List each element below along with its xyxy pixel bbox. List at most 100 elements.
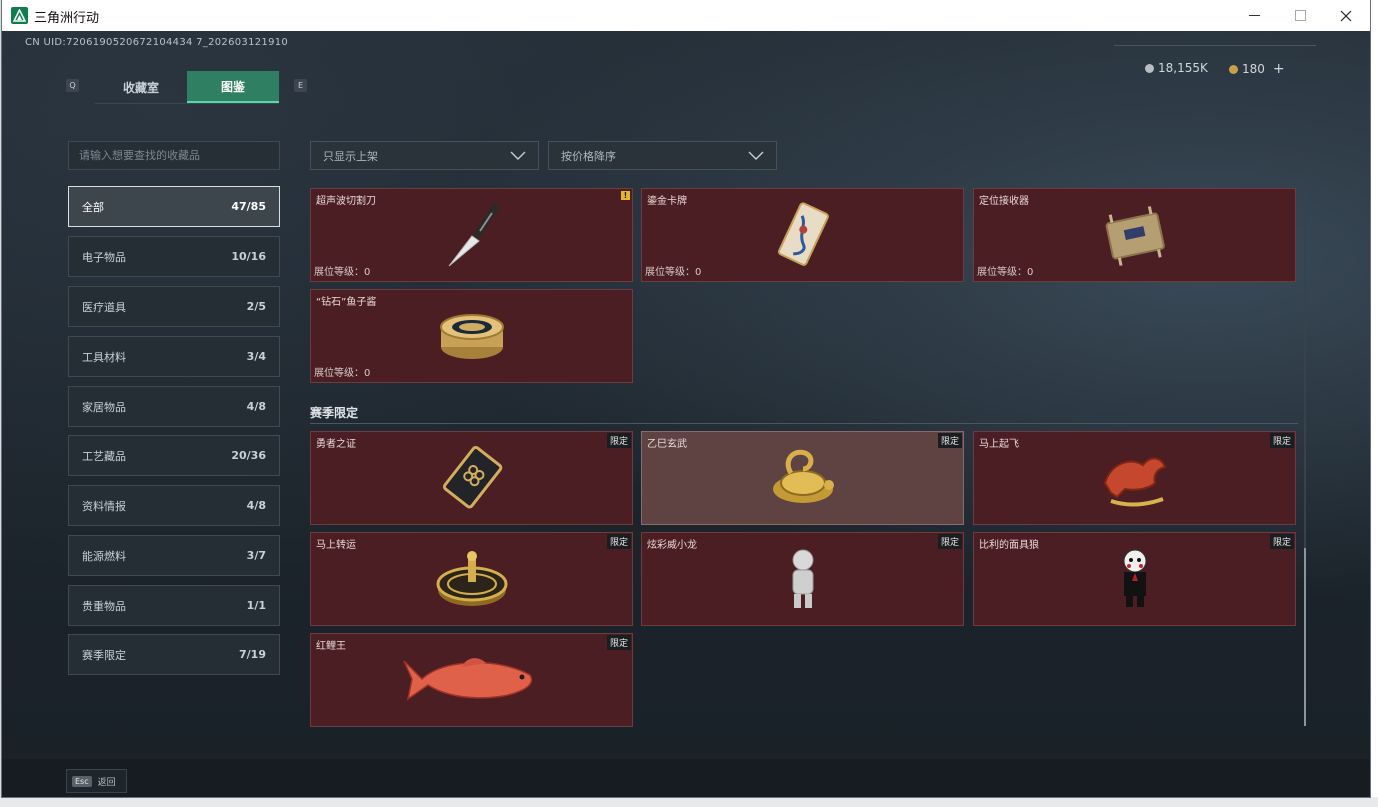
category-intel[interactable]: 资料情报 4/8 (68, 485, 280, 526)
limited-badge: 限定 (937, 534, 962, 549)
user-uid: CN UID:7206190520672104434 7_20260312191… (25, 37, 289, 48)
limited-badge: 限定 (606, 635, 631, 650)
category-label: 能源燃料 (82, 549, 126, 563)
item-card[interactable]: 勇者之证 限定 (310, 431, 633, 525)
item-name: 勇者之证 (316, 439, 356, 450)
category-label: 医疗道具 (82, 300, 126, 314)
category-all[interactable]: 全部 47/85 (68, 186, 280, 227)
item-card[interactable]: 炫彩威小龙 限定 (641, 532, 964, 626)
billy-puppet-icon (1123, 549, 1146, 607)
sort-dropdown[interactable]: 按价格降序 (548, 141, 777, 170)
minimize-button[interactable] (1231, 0, 1277, 31)
item-name: 马上转运 (316, 540, 356, 551)
item-card[interactable]: 马上起飞 限定 (973, 431, 1296, 525)
category-label: 资料情报 (82, 499, 126, 513)
close-icon (1340, 10, 1352, 21)
item-card[interactable]: “钻石”鱼子酱 展位等级：0 (310, 289, 633, 383)
add-currency-button[interactable]: + (1273, 61, 1285, 77)
item-name: 乙巳玄武 (647, 439, 687, 450)
category-count: 3/4 (246, 350, 266, 363)
item-name: 马上起飞 (979, 439, 1019, 450)
app-logo-icon (11, 7, 28, 24)
limited-badge: 限定 (1269, 433, 1294, 448)
bottom-bar (2, 759, 1370, 797)
back-button[interactable]: Esc 返回 (66, 769, 127, 793)
category-count: 4/8 (246, 499, 266, 512)
item-card[interactable]: 比利的面具狼 限定 (973, 532, 1296, 626)
category-label: 赛季限定 (82, 648, 126, 662)
category-electronics[interactable]: 电子物品 10/16 (68, 236, 280, 277)
category-tools[interactable]: 工具材料 3/4 (68, 336, 280, 377)
sort-value: 按价格降序 (561, 149, 616, 163)
warning-icon: ! (621, 191, 630, 200)
item-card[interactable]: 红鲤王 限定 (310, 633, 633, 727)
chevron-down-icon (748, 151, 764, 160)
item-level: 展位等级：0 (645, 267, 702, 278)
close-button[interactable] (1323, 0, 1369, 31)
silver-currency: 18,155K (1145, 61, 1208, 75)
red-carp-icon (402, 658, 532, 701)
item-card[interactable]: 乙巳玄武 限定 (641, 431, 964, 525)
tab-bar: 收藏室 图鉴 (95, 71, 279, 104)
gold-coin-icon (1229, 64, 1238, 74)
category-count: 47/85 (231, 200, 266, 213)
brave-badge-icon (442, 445, 502, 509)
item-card[interactable]: 鎏金卡牌 展位等级：0 (641, 188, 964, 282)
item-level: 展位等级：0 (314, 267, 371, 278)
category-label: 工具材料 (82, 350, 126, 364)
item-card[interactable]: 超声波切割刀 ! 展位等级：0 (310, 188, 633, 282)
category-medical[interactable]: 医疗道具 2/5 (68, 286, 280, 327)
item-card[interactable]: 定位接收器 展位等级：0 (973, 188, 1296, 282)
esc-key: Esc (72, 775, 92, 787)
category-count: 20/36 (231, 449, 266, 462)
scrollbar-thumb[interactable] (1304, 548, 1306, 726)
limited-badge: 限定 (1269, 534, 1294, 549)
category-fuel[interactable]: 能源燃料 3/7 (68, 535, 280, 576)
gold-amount: 180 (1242, 62, 1265, 76)
item-name: 炫彩威小龙 (647, 540, 697, 551)
positioning-receiver-icon (1105, 206, 1165, 266)
app-window: 三角洲行动 CN UID:7206190520672104434 7_20260… (2, 0, 1370, 797)
category-count: 4/8 (246, 400, 266, 413)
title-bar: 三角洲行动 (2, 0, 1370, 32)
section-title: 赛季限定 (310, 406, 359, 420)
prev-tab-key[interactable]: Q (66, 79, 79, 92)
maximize-icon (1294, 10, 1306, 21)
desktop-background-right (1370, 0, 1378, 807)
item-name: 红鲤王 (316, 641, 346, 652)
category-valuables[interactable]: 贵重物品 1/1 (68, 585, 280, 626)
limited-badge: 限定 (606, 534, 631, 549)
desktop-background-bottom (0, 797, 1378, 807)
silver-coin-icon (1145, 63, 1154, 73)
limited-badge: 限定 (937, 433, 962, 448)
category-label: 贵重物品 (82, 599, 126, 613)
fortune-wheel-icon (436, 551, 507, 606)
category-household[interactable]: 家居物品 4/8 (68, 386, 280, 427)
category-count: 7/19 (239, 648, 266, 661)
category-crafts[interactable]: 工艺藏品 20/36 (68, 435, 280, 476)
category-label: 电子物品 (82, 250, 126, 264)
shelf-filter-dropdown[interactable]: 只显示上架 (310, 141, 539, 170)
tab-collection-room[interactable]: 收藏室 (95, 71, 187, 103)
search-input[interactable]: 请输入想要查找的收藏品 (68, 141, 280, 170)
category-label: 家居物品 (82, 400, 126, 414)
category-season-limited[interactable]: 赛季限定 7/19 (68, 634, 280, 675)
chevron-down-icon (510, 151, 526, 160)
category-label: 工艺藏品 (82, 449, 126, 463)
tab-catalog[interactable]: 图鉴 (187, 71, 279, 103)
item-card[interactable]: 马上转运 限定 (310, 532, 633, 626)
silver-amount: 18,155K (1158, 61, 1208, 75)
back-label: 返回 (97, 777, 116, 788)
gold-currency[interactable]: 180 + (1229, 61, 1285, 77)
window-title: 三角洲行动 (34, 11, 100, 26)
item-level: 展位等级：0 (977, 267, 1034, 278)
dragon-figure-icon (792, 549, 813, 608)
item-name: 超声波切割刀 (316, 196, 376, 207)
maximize-button[interactable] (1277, 0, 1323, 31)
header-divider (1114, 45, 1316, 46)
next-tab-key[interactable]: E (294, 79, 307, 92)
category-count: 1/1 (246, 599, 266, 612)
item-name: “钻石”鱼子酱 (316, 297, 377, 308)
ultrasonic-knife-icon (448, 204, 498, 267)
item-name: 定位接收器 (979, 196, 1029, 207)
